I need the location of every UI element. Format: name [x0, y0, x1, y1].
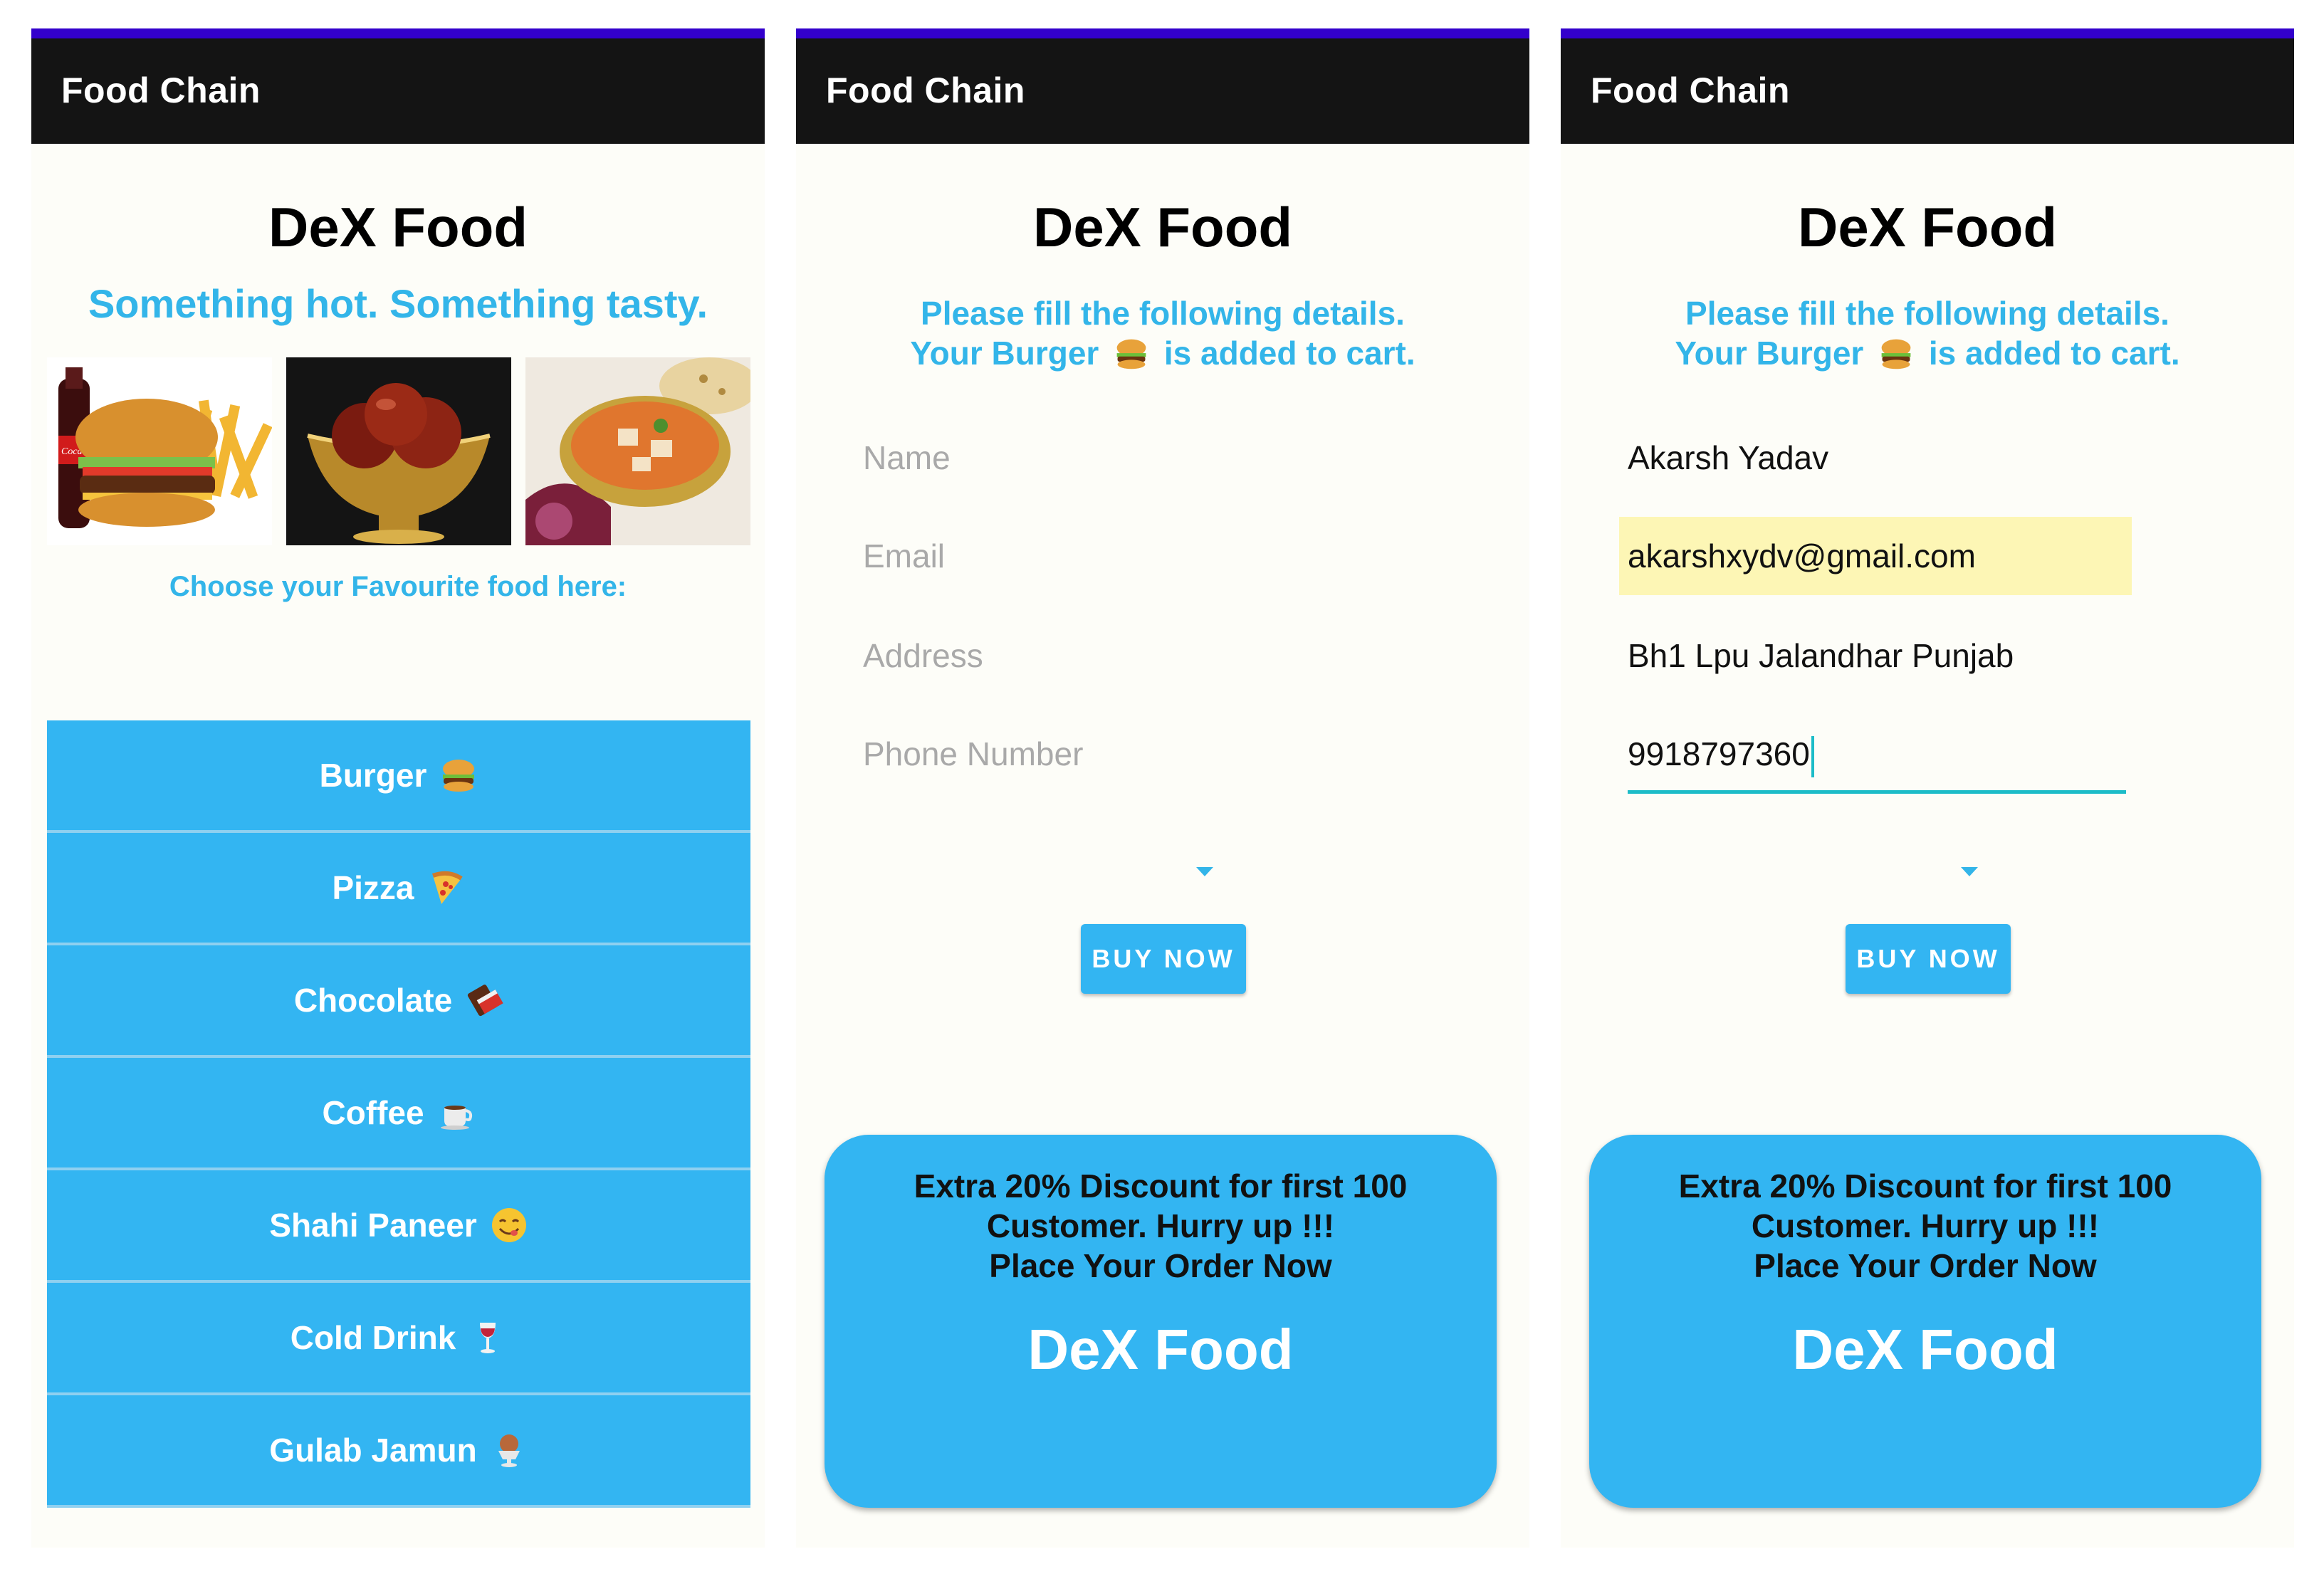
menu-item-burger[interactable]: Burger	[47, 720, 750, 833]
checkout-form-empty-screen: Food Chain DeX Food Please fill the foll…	[796, 28, 1529, 1548]
menu-item-chocolate[interactable]: Chocolate	[47, 945, 750, 1058]
menu-item-coffee[interactable]: Coffee	[47, 1058, 750, 1170]
coffee-icon	[440, 1106, 472, 1130]
phone-field[interactable]: 9918797360	[1628, 715, 2126, 794]
menu-item-label: Cold Drink	[290, 1319, 456, 1356]
menu-item-label: Chocolate	[293, 982, 453, 1019]
phone-field[interactable]: Phone Number	[863, 715, 1361, 793]
tagline: Something hot. Something tasty.	[88, 281, 708, 326]
added-to-cart-text: is added to cart.	[1928, 335, 2180, 372]
shahi-paneer-image	[525, 357, 750, 545]
email-placeholder: Email	[863, 537, 946, 574]
promo-brand: DeX Food	[1792, 1318, 2058, 1381]
wine-glass-icon	[480, 1323, 496, 1353]
menu-item-shahi-paneer[interactable]: Shahi Paneer	[47, 1170, 750, 1283]
phone-placeholder: Phone Number	[863, 735, 1084, 772]
choose-food-label: Choose your Favourite food here:	[169, 571, 627, 602]
dropdown-arrow-icon[interactable]	[1961, 867, 1978, 876]
app-bar: Food Chain	[31, 38, 765, 144]
promo-line: Customer. Hurry up !!!	[1751, 1207, 2100, 1244]
promo-line: Extra 20% Discount for first 100	[914, 1167, 1408, 1205]
dessert-icon	[498, 1434, 520, 1467]
address-field[interactable]: Bh1 Lpu Jalandhar Punjab	[1628, 616, 2126, 695]
menu-item-label: Burger	[319, 757, 427, 794]
buy-now-button[interactable]: BUY NOW	[1846, 924, 2011, 994]
burger-icon	[443, 760, 475, 792]
added-to-cart-line: Your Burger is added to cart.	[796, 333, 1529, 373]
cart-item-name: Your Burger	[910, 335, 1099, 372]
cart-message: Please fill the following details. Your …	[1561, 293, 2294, 373]
address-placeholder: Address	[863, 637, 983, 674]
email-field[interactable]: Email	[863, 517, 1361, 595]
app-title: Food Chain	[826, 70, 1025, 110]
menu-item-label: Pizza	[332, 869, 414, 906]
promo-line: Extra 20% Discount for first 100	[1678, 1167, 2172, 1205]
address-value: Bh1 Lpu Jalandhar Punjab	[1628, 637, 2014, 674]
name-value: Akarsh Yadav	[1628, 439, 1829, 476]
cart-message: Please fill the following details. Your …	[796, 293, 1529, 373]
promo-banner: Extra 20% Discount for first 100 Custome…	[1589, 1135, 2261, 1508]
menu-item-label: Shahi Paneer	[269, 1207, 477, 1244]
promo-banner: Extra 20% Discount for first 100 Custome…	[825, 1135, 1497, 1508]
email-value: akarshxydv@gmail.com	[1628, 537, 1976, 574]
burger-icon	[1881, 339, 1911, 369]
menu-item-label: Gulab Jamun	[269, 1432, 477, 1469]
promo-text: Extra 20% Discount for first 100 Custome…	[1589, 1166, 2261, 1286]
gulab-jamun-image	[286, 357, 511, 545]
promo-text: Extra 20% Discount for first 100 Custome…	[825, 1166, 1497, 1286]
fill-details-text: Please fill the following details.	[1685, 295, 2169, 332]
food-image-row: Coca	[47, 357, 750, 545]
added-to-cart-line: Your Burger is added to cart.	[1561, 333, 2294, 373]
app-bar: Food Chain	[1561, 38, 2294, 144]
address-field[interactable]: Address	[863, 616, 1361, 695]
burger-icon	[1116, 339, 1146, 369]
dropdown-arrow-icon[interactable]	[1196, 867, 1213, 876]
added-to-cart-text: is added to cart.	[1163, 335, 1415, 372]
promo-brand: DeX Food	[1027, 1318, 1294, 1381]
brand-title: DeX Food	[1798, 196, 2057, 258]
app-bar: Food Chain	[796, 38, 1529, 144]
app-title: Food Chain	[61, 70, 261, 110]
chocolate-icon	[468, 985, 503, 1017]
name-field[interactable]: Akarsh Yadav	[1628, 419, 2126, 497]
buy-now-button[interactable]: BUY NOW	[1081, 924, 1246, 994]
burger-combo-image: Coca	[47, 357, 272, 545]
brand-title: DeX Food	[1033, 196, 1292, 258]
text-cursor	[1811, 735, 1814, 777]
promo-line: Customer. Hurry up !!!	[986, 1207, 1335, 1244]
cart-item-name: Your Burger	[1675, 335, 1864, 372]
name-placeholder: Name	[863, 439, 951, 476]
menu-item-pizza[interactable]: Pizza	[47, 833, 750, 945]
brand-title: DeX Food	[268, 196, 528, 258]
phone-value: 9918797360	[1628, 735, 1810, 772]
food-menu-list: Burger Pizza Chocolate Coffee Shahi Pane…	[47, 720, 750, 1548]
fill-details-text: Please fill the following details.	[921, 295, 1405, 332]
menu-item-label: Coffee	[322, 1094, 424, 1131]
promo-line: Place Your Order Now	[989, 1247, 1332, 1284]
pizza-icon	[431, 871, 463, 904]
checkout-form-filled-screen: Food Chain DeX Food Please fill the foll…	[1561, 28, 2294, 1548]
menu-item-gulab-jamun[interactable]: Gulab Jamun	[47, 1395, 750, 1508]
menu-screen: Food Chain DeX Food Something hot. Somet…	[31, 28, 765, 1548]
menu-item-cold-drink[interactable]: Cold Drink	[47, 1283, 750, 1395]
app-title: Food Chain	[1591, 70, 1790, 110]
email-field[interactable]: akarshxydv@gmail.com	[1619, 517, 2132, 595]
name-field[interactable]: Name	[863, 419, 1361, 497]
promo-line: Place Your Order Now	[1754, 1247, 2097, 1284]
yum-face-icon	[491, 1208, 526, 1242]
